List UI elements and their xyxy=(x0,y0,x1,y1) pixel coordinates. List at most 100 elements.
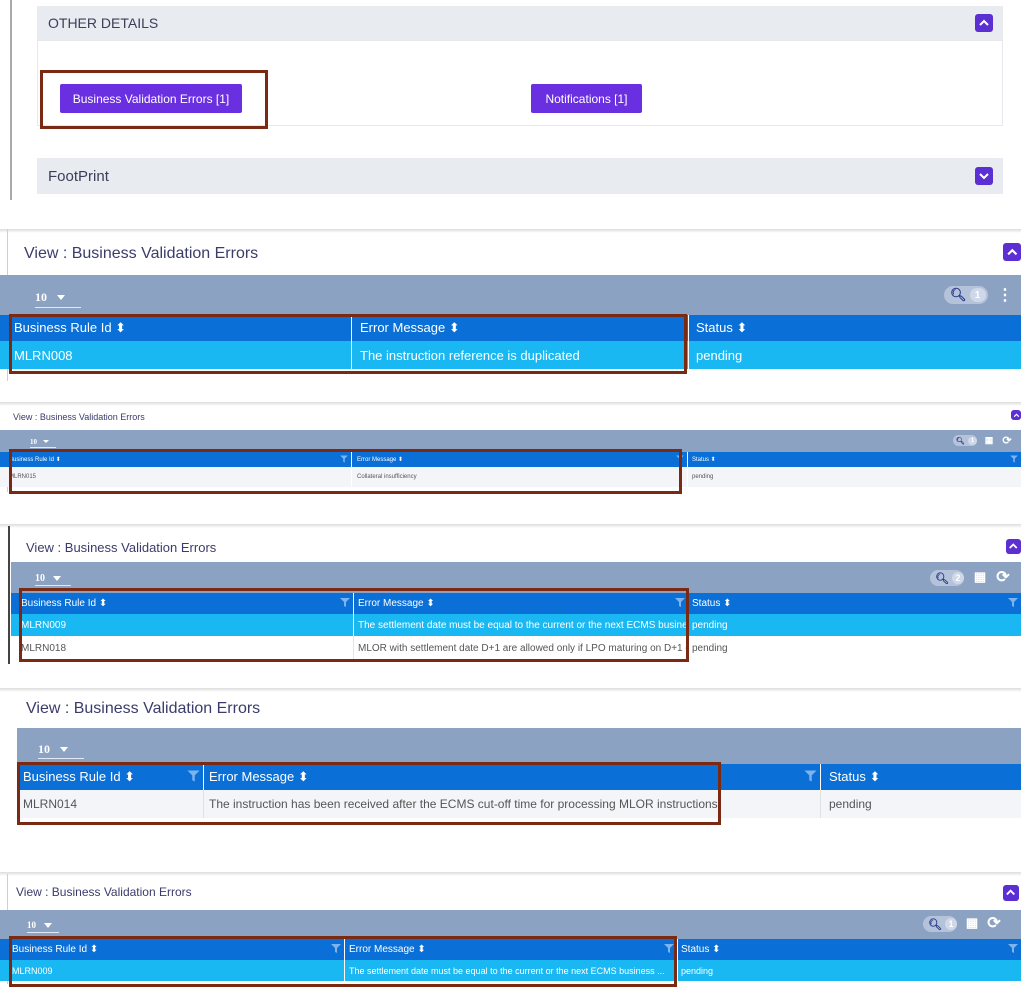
table-row[interactable]: MLRN014 The instruction has been receive… xyxy=(17,790,1021,818)
chevron-up-icon[interactable] xyxy=(975,14,993,32)
column-rule-id-label: Business Rule Id ⬍ xyxy=(9,457,61,463)
footprint-title: FootPrint xyxy=(48,167,109,185)
other-details-header[interactable]: OTHER DETAILS xyxy=(37,6,1003,40)
table-toolbar: 10 xyxy=(17,728,1021,764)
search-pill[interactable]: 🔍︎ 1 xyxy=(944,286,988,304)
page-size-select[interactable]: 10 xyxy=(27,918,59,933)
column-status[interactable]: Status ⬍ xyxy=(689,315,1021,341)
table-row[interactable]: MLRN015 Collateral insufficiency pending xyxy=(0,467,1021,487)
filter-icon[interactable] xyxy=(340,455,348,464)
cell-rule-id: MLRN008 xyxy=(0,341,352,369)
page-size-select[interactable]: 10 xyxy=(30,436,56,448)
table-header: Business Rule Id ⬍ Error Message ⬍ Statu… xyxy=(0,939,1021,960)
table-row[interactable]: MLRN018 MLOR with settlement date D+1 ar… xyxy=(11,636,1021,660)
filter-icon[interactable] xyxy=(187,770,200,785)
page-size-select[interactable]: 10 xyxy=(38,740,84,759)
search-icon: 🔍︎ xyxy=(950,287,967,302)
chevron-up-icon[interactable] xyxy=(1003,243,1021,261)
chevron-down-icon[interactable] xyxy=(975,167,993,185)
table-toolbar: 10 🔍︎ 2 ▦ ⟳ xyxy=(11,562,1021,593)
validation-errors-panel-4: View : Business Validation Errors 10 Bus… xyxy=(0,688,1021,848)
column-error-message[interactable]: Error Message ⬍ xyxy=(345,939,678,960)
cell-error-message: Collateral insufficiency xyxy=(352,467,688,487)
filter-icon[interactable] xyxy=(675,597,685,610)
refresh-icon[interactable]: ⟳ xyxy=(985,913,1003,933)
caret-down-icon xyxy=(60,746,68,752)
excel-export-icon[interactable]: ▦ xyxy=(972,569,988,585)
more-options-icon[interactable]: ⋮ xyxy=(997,285,1013,305)
other-details-title: OTHER DETAILS xyxy=(48,15,159,31)
panel-title: View : Business Validation Errors xyxy=(16,885,192,899)
panel-title: View : Business Validation Errors xyxy=(26,700,261,717)
other-details-body xyxy=(37,40,1003,126)
filter-icon[interactable] xyxy=(804,770,817,785)
chevron-up-icon[interactable] xyxy=(1003,885,1019,901)
search-icon: 🔍︎ xyxy=(928,918,942,931)
column-rule-id[interactable]: Business Rule Id ⬍ xyxy=(0,452,352,467)
column-status[interactable]: Status ⬍ xyxy=(678,939,1021,960)
page-size-value: 10 xyxy=(38,741,50,756)
validation-errors-panel-5: View : Business Validation Errors 10 🔍︎ … xyxy=(0,872,1021,989)
page-size-value: 10 xyxy=(30,437,37,446)
page-size-value: 10 xyxy=(35,572,45,584)
left-border xyxy=(10,0,12,200)
page-size-select[interactable]: 10 xyxy=(35,571,71,586)
column-status[interactable]: Status ⬍ xyxy=(821,764,1021,790)
search-count: 1 xyxy=(969,288,986,302)
column-error-message[interactable]: Error Message ⬍ xyxy=(352,315,689,341)
cell-rule-id: MLRN015 xyxy=(0,467,352,487)
cell-status: pending xyxy=(692,642,728,654)
column-status[interactable]: Status ⬍ xyxy=(688,452,1021,467)
table-row[interactable]: MLRN009 The settlement date must be equa… xyxy=(0,960,1021,981)
cell-rule-id: MLRN018 xyxy=(11,636,354,660)
filter-icon[interactable] xyxy=(664,943,674,956)
filter-icon[interactable] xyxy=(1008,943,1018,956)
cell-error-message: The instruction has been received after … xyxy=(204,790,821,818)
chevron-up-icon[interactable] xyxy=(1011,410,1021,420)
validation-errors-panel-2: View : Business Validation Errors 10 🔍︎ … xyxy=(0,402,1021,502)
notifications-button[interactable]: Notifications [1] xyxy=(531,84,642,113)
filter-icon[interactable] xyxy=(676,455,684,464)
filter-icon[interactable] xyxy=(331,943,341,956)
other-details-section: OTHER DETAILS Business Validation Errors… xyxy=(0,0,1021,205)
search-pill[interactable]: 🔍︎ 1 xyxy=(953,435,977,446)
refresh-icon[interactable]: ⟳ xyxy=(1000,433,1014,447)
column-rule-id[interactable]: Business Rule Id ⬍ xyxy=(0,315,352,341)
column-rule-id[interactable]: Business Rule Id ⬍ xyxy=(11,593,354,614)
column-rule-id[interactable]: Business Rule Id ⬍ xyxy=(0,939,345,960)
column-error-message[interactable]: Error Message ⬍ xyxy=(204,764,821,790)
column-status-label: Status ⬍ xyxy=(829,769,881,784)
search-pill[interactable]: 🔍︎ 1 xyxy=(923,916,957,932)
table-header: Business Rule Id ⬍ Error Message ⬍ Statu… xyxy=(0,452,1021,467)
page-size-select[interactable]: 10 xyxy=(35,287,81,308)
column-rule-id[interactable]: Business Rule Id ⬍ xyxy=(17,764,204,790)
refresh-icon[interactable]: ⟳ xyxy=(994,567,1012,587)
filter-icon[interactable] xyxy=(1010,455,1018,464)
business-validation-errors-button[interactable]: Business Validation Errors [1] xyxy=(60,84,242,113)
column-rule-id-label: Business Rule Id ⬍ xyxy=(12,944,99,955)
table-toolbar: 10 🔍︎ 1 ▦ ⟳ xyxy=(0,910,1021,939)
footprint-header[interactable]: FootPrint xyxy=(37,158,1003,194)
column-error-message-label: Error Message ⬍ xyxy=(358,598,435,609)
cell-status: pending xyxy=(696,347,743,363)
column-status[interactable]: Status ⬍ xyxy=(689,593,1021,614)
page-size-value: 10 xyxy=(27,920,36,930)
table-row[interactable]: MLRN008 The instruction reference is dup… xyxy=(0,341,1021,369)
filter-icon[interactable] xyxy=(1008,597,1018,610)
cell-rule-id: MLRN014 xyxy=(17,790,204,818)
column-error-message[interactable]: Error Message ⬍ xyxy=(354,593,689,614)
column-error-message[interactable]: Error Message ⬍ xyxy=(352,452,688,467)
excel-export-icon[interactable]: ▦ xyxy=(964,915,980,931)
search-pill[interactable]: 🔍︎ 2 xyxy=(930,570,964,586)
search-count: 2 xyxy=(951,572,964,584)
panel-title: View : Business Validation Errors xyxy=(24,245,259,262)
cell-status: pending xyxy=(692,619,728,631)
filter-icon[interactable] xyxy=(340,597,350,610)
chevron-up-icon[interactable] xyxy=(1006,539,1021,554)
cell-status: pending xyxy=(829,797,872,811)
table-row[interactable]: MLRN009 The settlement date must be equa… xyxy=(11,614,1021,636)
cell-error-message: The settlement date must be equal to the… xyxy=(345,960,678,981)
excel-export-icon[interactable]: ▦ xyxy=(983,434,995,446)
search-count: 1 xyxy=(967,436,977,445)
column-error-message-label: Error Message ⬍ xyxy=(349,944,426,955)
